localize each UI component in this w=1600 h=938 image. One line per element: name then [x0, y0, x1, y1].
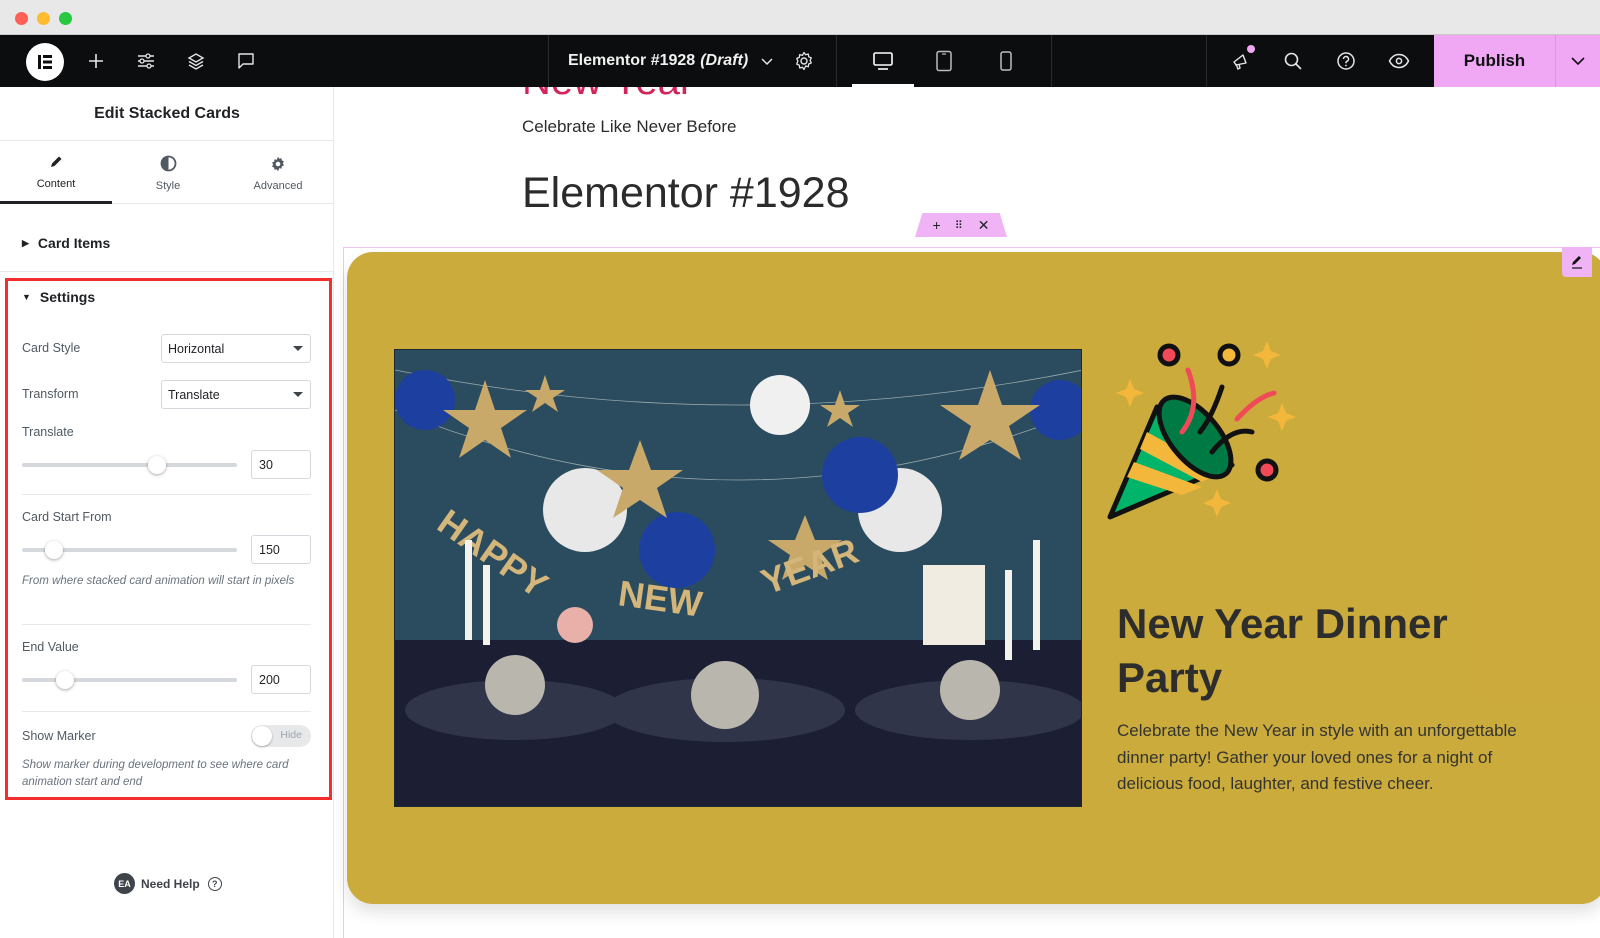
- pencil-icon: [1572, 256, 1582, 269]
- card-start-from-label: Card Start From: [22, 510, 112, 524]
- elementor-logo-icon[interactable]: [26, 43, 64, 81]
- partial-heading[interactable]: New Year: [522, 87, 693, 104]
- translate-label: Translate: [22, 425, 74, 439]
- gear-icon: [270, 154, 286, 174]
- publish-options-button[interactable]: [1555, 35, 1600, 87]
- transform-select[interactable]: Translate: [161, 380, 311, 409]
- contrast-icon: [160, 154, 177, 174]
- show-marker-description: Show marker during development to see wh…: [22, 759, 289, 788]
- subtitle-text[interactable]: Celebrate Like Never Before: [522, 117, 737, 137]
- card-heading[interactable]: New Year Dinner Party: [1117, 597, 1537, 705]
- document-status: (Draft): [700, 52, 749, 69]
- tab-advanced[interactable]: Advanced: [222, 141, 334, 204]
- page-heading[interactable]: Elementor #1928: [522, 169, 850, 218]
- party-popper-icon: [1107, 341, 1296, 520]
- select-value: Horizontal: [168, 341, 225, 356]
- panel-title: Edit Stacked Cards: [0, 87, 334, 141]
- need-help-link[interactable]: EA Need Help ?: [114, 873, 222, 894]
- tab-style[interactable]: Style: [112, 141, 224, 204]
- new-year-party-photo: HAPPY NEW YEAR: [395, 350, 1081, 806]
- section-card-items[interactable]: ▶ Card Items: [22, 235, 110, 251]
- card-start-from-description: From where stacked card animation will s…: [22, 575, 295, 587]
- editor-panel: Edit Stacked Cards Content Style Advance…: [0, 87, 334, 938]
- preview-canvas: New Year Celebrate Like Never Before Ele…: [335, 87, 1600, 938]
- show-marker-toggle[interactable]: Hide: [251, 725, 311, 747]
- topbar-divider: [836, 35, 837, 87]
- card-start-from-input[interactable]: 150: [251, 535, 311, 564]
- help-icon[interactable]: [1333, 35, 1359, 87]
- card-image: HAPPY NEW YEAR: [394, 349, 1082, 807]
- section-title: Settings: [39, 289, 96, 305]
- add-section-icon[interactable]: +: [933, 217, 941, 233]
- megaphone-icon[interactable]: [1228, 35, 1254, 87]
- chevron-down-icon: [1571, 57, 1585, 66]
- card-start-from-slider[interactable]: [22, 541, 237, 559]
- window-maximize-button[interactable]: [59, 12, 72, 25]
- toggle-knob: [252, 726, 272, 746]
- page-settings-gear-icon[interactable]: [792, 35, 816, 87]
- caret-down-icon: ▼: [22, 292, 31, 302]
- document-title[interactable]: Elementor #1928 (Draft): [568, 35, 774, 87]
- section-handle: + ⠿ ✕: [915, 213, 1007, 237]
- dropdown-arrow-icon: [293, 346, 303, 351]
- chevron-down-icon: [761, 58, 773, 66]
- document-title-text: Elementor #1928: [568, 52, 696, 69]
- tab-content[interactable]: Content: [0, 141, 112, 204]
- transform-label: Transform: [22, 387, 79, 401]
- section-title: Card Items: [37, 235, 111, 251]
- end-value-label: End Value: [22, 640, 79, 654]
- slider-handle[interactable]: [56, 671, 74, 689]
- layers-icon[interactable]: [184, 35, 208, 87]
- end-value-input[interactable]: 200: [251, 665, 311, 694]
- mobile-device-icon[interactable]: [994, 35, 1018, 87]
- dropdown-arrow-icon: [293, 392, 303, 397]
- drag-handle-icon[interactable]: ⠿: [955, 219, 964, 232]
- section-settings[interactable]: ▼ Settings: [22, 289, 95, 305]
- topbar-divider: [548, 35, 549, 87]
- select-value: Translate: [168, 387, 220, 402]
- end-value-slider[interactable]: [22, 671, 237, 689]
- stacked-card[interactable]: HAPPY NEW YEAR New Year Dinner Party Cel…: [347, 252, 1600, 904]
- delete-section-icon[interactable]: ✕: [978, 217, 990, 234]
- tab-label: Advanced: [253, 179, 303, 192]
- tab-label: Content: [36, 178, 76, 190]
- translate-input[interactable]: 30: [251, 450, 311, 479]
- publish-button[interactable]: Publish: [1434, 35, 1555, 87]
- notification-dot: [1247, 45, 1255, 53]
- edit-widget-button[interactable]: [1562, 247, 1592, 277]
- question-icon: ?: [207, 876, 222, 891]
- card-description[interactable]: Celebrate the New Year in style with an …: [1117, 718, 1527, 798]
- control-divider: [22, 711, 311, 712]
- tablet-device-icon[interactable]: [932, 35, 956, 87]
- desktop-device-icon[interactable]: [870, 35, 896, 87]
- show-marker-label: Show Marker: [22, 729, 96, 743]
- ea-logo-icon: EA: [114, 873, 135, 894]
- need-help-text: Need Help: [141, 876, 200, 891]
- editor-topbar: Elementor #1928 (Draft) Publish: [0, 35, 1600, 87]
- topbar-divider: [1051, 35, 1052, 87]
- pencil-icon: [49, 152, 63, 172]
- control-divider: [22, 494, 311, 495]
- card-style-label: Card Style: [22, 341, 81, 355]
- card-style-select[interactable]: Horizontal: [161, 334, 311, 363]
- comment-icon[interactable]: [234, 35, 258, 87]
- topbar-divider: [1206, 35, 1207, 87]
- plus-icon[interactable]: [84, 35, 108, 87]
- search-icon[interactable]: [1280, 35, 1306, 87]
- window-titlebar: [0, 0, 1600, 35]
- caret-right-icon: ▶: [22, 237, 29, 248]
- tab-label: Style: [155, 179, 181, 192]
- translate-slider[interactable]: [22, 456, 237, 474]
- control-divider: [22, 624, 311, 625]
- sliders-icon[interactable]: [134, 35, 158, 87]
- window-minimize-button[interactable]: [37, 12, 50, 25]
- section-divider: [0, 271, 334, 272]
- preview-eye-icon[interactable]: [1386, 35, 1412, 87]
- panel-tabs: Content Style Advanced: [0, 141, 334, 204]
- toggle-text: Hide: [280, 729, 302, 741]
- window-close-button[interactable]: [15, 12, 28, 25]
